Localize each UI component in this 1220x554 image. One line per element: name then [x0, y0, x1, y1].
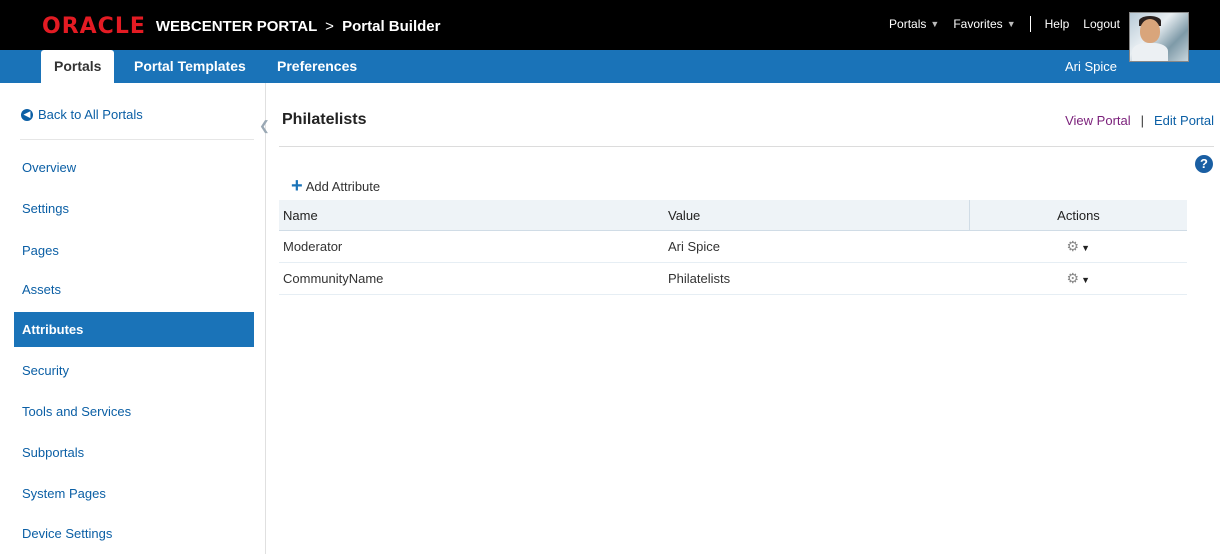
main-tab-bar: Portals Portal Templates Preferences Ari…: [0, 50, 1220, 83]
help-link[interactable]: Help: [1045, 17, 1070, 31]
gear-icon: ⚙: [1066, 270, 1080, 286]
main-content: Philatelists View Portal | Edit Portal ?…: [279, 83, 1214, 554]
back-arrow-icon: ◀: [21, 108, 33, 121]
add-attribute-label: Add Attribute: [305, 178, 381, 194]
link-separator: |: [1140, 113, 1145, 128]
title-divider: [279, 146, 1214, 147]
product-title: WEBCENTER PORTAL > Portal Builder: [156, 18, 441, 35]
table-row[interactable]: CommunityName Philatelists ⚙ ▼: [279, 262, 1187, 295]
row-actions-cell: ⚙ ▼: [969, 230, 1187, 263]
sidebar-item-security[interactable]: Security: [14, 353, 254, 388]
edit-portal-link[interactable]: Edit Portal: [1154, 113, 1214, 128]
table-header-row: Name Value Actions: [279, 200, 1187, 231]
page-title: Philatelists: [282, 111, 367, 128]
product-name: WEBCENTER PORTAL: [155, 17, 317, 35]
table-row[interactable]: Moderator Ari Spice ⚙ ▼: [279, 230, 1187, 263]
oracle-brand: ORACLE: [42, 13, 146, 39]
chevron-down-icon: ▼: [1081, 275, 1090, 285]
title-separator: >: [325, 17, 334, 35]
column-header-value[interactable]: Value: [664, 200, 970, 231]
sidebar-item-overview[interactable]: Overview: [14, 150, 254, 185]
attribute-value-cell: Ari Spice: [664, 230, 970, 263]
global-header: ORACLE WEBCENTER PORTAL > Portal Builder…: [0, 0, 1220, 51]
sidebar-item-attributes[interactable]: Attributes: [14, 312, 254, 347]
avatar-shirt: [1132, 43, 1168, 61]
portals-menu[interactable]: Portals ▼: [889, 17, 939, 31]
sidebar-divider: [20, 139, 254, 140]
attribute-name-cell: CommunityName: [279, 262, 664, 295]
back-to-all-portals-link[interactable]: ◀ Back to All Portals: [21, 107, 143, 122]
column-header-name[interactable]: Name: [279, 200, 664, 231]
sidebar-item-subportals[interactable]: Subportals: [14, 435, 254, 470]
avatar-face: [1140, 19, 1160, 43]
attribute-name-cell: Moderator: [279, 230, 664, 263]
portals-menu-label: Portals: [889, 17, 927, 31]
oracle-logo[interactable]: ORACLE WEBCENTER PORTAL > Portal Builder: [42, 13, 441, 39]
row-actions-menu[interactable]: ⚙ ▼: [1067, 271, 1090, 286]
logout-link[interactable]: Logout: [1083, 17, 1120, 31]
attributes-table: Name Value Actions Moderator Ari Spice ⚙…: [279, 200, 1187, 295]
sidebar-item-system-pages[interactable]: System Pages: [14, 476, 254, 511]
back-link-label: Back to All Portals: [38, 107, 143, 122]
row-actions-cell: ⚙ ▼: [969, 262, 1187, 295]
sidebar: ◀ Back to All Portals Overview Settings …: [0, 83, 266, 554]
sidebar-item-device-settings[interactable]: Device Settings: [14, 516, 254, 551]
column-header-actions: Actions: [969, 200, 1187, 231]
page-actions: View Portal | Edit Portal: [1065, 113, 1214, 128]
add-attribute-button[interactable]: + Add Attribute: [291, 175, 381, 197]
sidebar-item-pages[interactable]: Pages: [14, 233, 254, 268]
tab-portals[interactable]: Portals: [41, 50, 115, 83]
sidebar-item-settings[interactable]: Settings: [14, 191, 254, 226]
sidebar-item-tools-and-services[interactable]: Tools and Services: [14, 394, 254, 429]
user-name[interactable]: Ari Spice: [1065, 50, 1117, 83]
tab-preferences[interactable]: Preferences: [264, 50, 370, 83]
avatar[interactable]: [1129, 12, 1189, 62]
caret-down-icon: ▼: [1006, 19, 1016, 29]
favorites-menu-label: Favorites: [953, 17, 1003, 31]
row-actions-menu[interactable]: ⚙ ▼: [1067, 239, 1090, 254]
attribute-value-cell: Philatelists: [664, 262, 970, 295]
help-icon[interactable]: ?: [1195, 155, 1213, 173]
plus-icon: +: [291, 175, 303, 197]
global-nav: Portals ▼ Favorites ▼ Help Logout: [875, 16, 1120, 32]
app-name: Portal Builder: [342, 17, 441, 35]
caret-down-icon: ▼: [930, 19, 940, 29]
view-portal-link[interactable]: View Portal: [1065, 113, 1131, 128]
gear-icon: ⚙: [1066, 238, 1080, 254]
nav-divider: [1029, 16, 1031, 32]
chevron-down-icon: ▼: [1081, 243, 1090, 253]
sidebar-item-assets[interactable]: Assets: [14, 272, 254, 307]
favorites-menu[interactable]: Favorites ▼: [953, 17, 1015, 31]
collapse-sidebar-icon[interactable]: ❮: [259, 118, 270, 134]
tab-portal-templates[interactable]: Portal Templates: [121, 50, 259, 83]
